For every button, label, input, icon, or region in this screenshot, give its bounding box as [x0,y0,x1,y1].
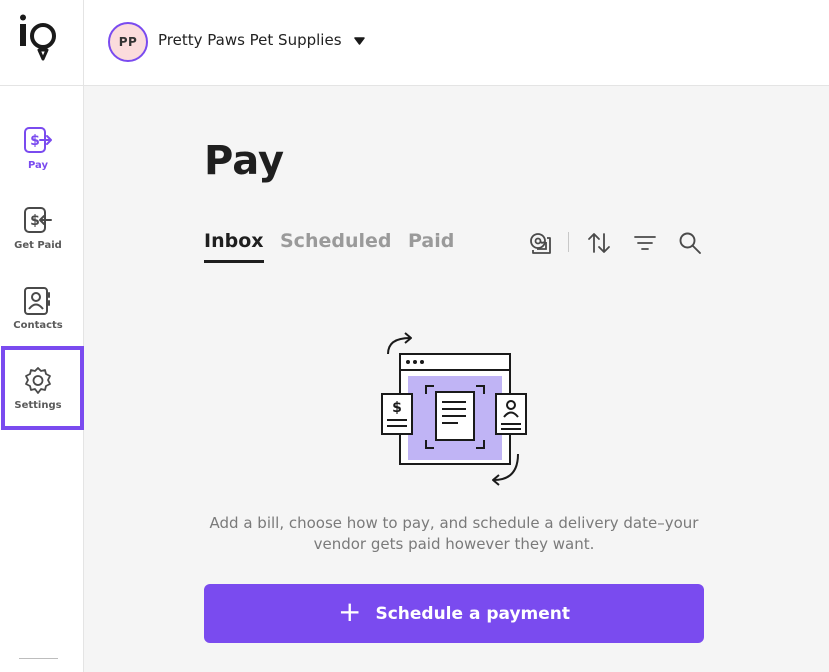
svg-text:$: $ [392,400,402,416]
svg-text:$: $ [30,133,40,149]
svg-text:$: $ [30,213,40,229]
sidebar-divider [19,658,58,659]
toolbar-divider [568,232,569,252]
page-title: Pay [204,138,285,184]
email-bills-icon[interactable] [527,230,553,256]
tab-inbox[interactable]: Inbox [204,230,264,263]
logo-cell [0,0,84,86]
plus-icon: + [337,594,362,628]
top-header: PP Pretty Paws Pet Supplies [84,0,829,86]
schedule-payment-button[interactable]: + Schedule a payment [204,584,704,643]
contacts-book-icon [24,287,50,315]
schedule-payment-label: Schedule a payment [375,603,571,624]
bills-documents-illustration: $ [381,332,527,486]
sort-icon[interactable] [586,230,612,256]
sidebar-item-pay[interactable]: $ Pay [0,126,76,198]
empty-state-text: Add a bill, choose how to pay, and sched… [209,514,699,553]
sidebar-item-label: Get Paid [14,240,62,251]
io-logo [20,14,56,61]
sidebar-item-get-paid[interactable]: $ Get Paid [0,206,76,278]
caret-down-icon[interactable] [354,37,365,45]
search-icon[interactable] [677,230,703,256]
sidebar-item-label: Contacts [13,320,63,331]
main-content: Pay Inbox Scheduled Paid $ Add a bill, c… [84,86,829,672]
org-name[interactable]: Pretty Paws Pet Supplies [158,31,342,49]
org-avatar[interactable]: PP [108,22,148,62]
filter-icon[interactable] [632,230,658,256]
tab-scheduled[interactable]: Scheduled [280,230,392,252]
settings-highlight-box [1,346,84,430]
sidebar-item-label: Pay [27,160,49,171]
get-paid-dollar-in-icon: $ [24,207,52,233]
pay-dollar-out-icon: $ [24,127,52,153]
tab-paid[interactable]: Paid [408,230,454,252]
